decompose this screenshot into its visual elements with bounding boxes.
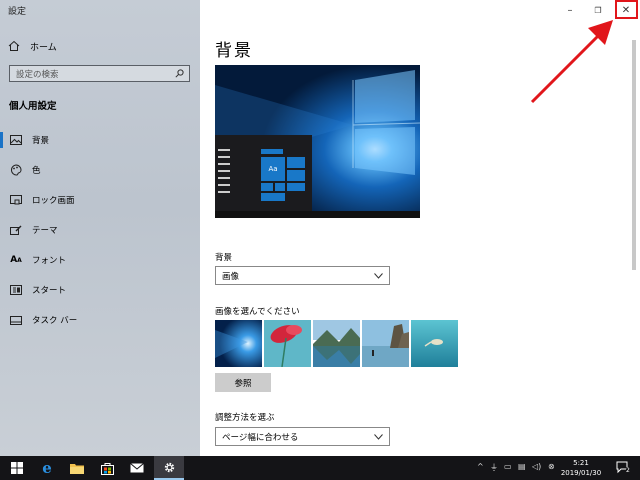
choose-picture-label: 画像を選んでください xyxy=(215,307,300,317)
fit-label: 調整方法を選ぶ xyxy=(215,413,275,423)
action-center-button[interactable]: 2 xyxy=(608,456,638,480)
sidebar-item-label: 色 xyxy=(32,166,41,176)
clock[interactable]: 5:21 2019/01/30 xyxy=(556,458,606,478)
notification-count: 2 xyxy=(626,467,630,474)
start-button[interactable] xyxy=(2,456,32,480)
explorer-button[interactable] xyxy=(62,456,92,480)
search-icon xyxy=(175,69,184,78)
sidebar-item-taskbar[interactable]: タスク バー xyxy=(0,309,200,331)
home-icon xyxy=(8,40,20,51)
palette-icon xyxy=(9,163,23,177)
sidebar-item-color[interactable]: 色 xyxy=(0,159,200,181)
background-value: 画像 xyxy=(222,271,240,282)
thumbnail-underwater[interactable] xyxy=(411,320,458,367)
edge-button[interactable]: e xyxy=(32,456,62,480)
fit-dropdown[interactable]: ページ幅に合わせる xyxy=(215,427,390,446)
picture-thumbnails xyxy=(215,320,460,367)
store-button[interactable] xyxy=(92,456,122,480)
browse-button[interactable]: 参照 xyxy=(215,373,271,392)
scrollbar[interactable] xyxy=(632,40,636,270)
red-arrow-annotation xyxy=(530,20,613,104)
app-title: 設定 xyxy=(8,7,27,17)
taskbar-icon xyxy=(9,313,23,327)
settings-content: – ❐ ✕ 背景 Aa 背景 画像 画像を選んでください 参照 調整方法を選ぶ … xyxy=(200,0,640,456)
thumbnail-red-flower[interactable] xyxy=(264,320,311,367)
search-input[interactable]: 設定の検索 xyxy=(9,65,190,82)
windows-logo-icon xyxy=(11,462,23,474)
sidebar-item-background[interactable]: 背景 xyxy=(0,129,200,151)
mail-button[interactable] xyxy=(122,456,152,480)
sidebar-item-label: テーマ xyxy=(32,226,58,236)
preview-tile-label: Aa xyxy=(261,157,285,181)
volume-icon[interactable]: ◁) xyxy=(532,462,541,471)
fit-value: ページ幅に合わせる xyxy=(222,432,299,443)
network-icon[interactable]: ▤ xyxy=(518,462,526,471)
start-menu-preview: Aa xyxy=(215,135,312,211)
theme-brush-icon xyxy=(9,223,23,237)
section-title: 個人用設定 xyxy=(9,101,57,112)
font-icon: AA xyxy=(10,255,22,265)
store-bag-icon xyxy=(100,462,114,475)
sidebar-item-label: 背景 xyxy=(32,136,50,146)
background-preview: Aa xyxy=(215,65,420,218)
chevron-down-icon xyxy=(374,272,383,279)
start-icon xyxy=(9,283,23,297)
background-label: 背景 xyxy=(215,253,233,263)
home-link[interactable]: ホーム xyxy=(8,38,57,54)
clock-date: 2019/01/30 xyxy=(560,469,602,477)
page-title: 背景 xyxy=(215,41,253,61)
edge-icon: e xyxy=(42,459,52,477)
sidebar-item-font[interactable]: AA フォント xyxy=(0,249,200,271)
chevron-down-icon xyxy=(374,433,383,440)
picture-icon xyxy=(9,133,23,147)
sidebar-item-label: スタート xyxy=(32,286,67,296)
search-placeholder: 設定の検索 xyxy=(16,69,59,80)
show-hidden-icons[interactable]: ^ xyxy=(477,462,484,471)
sidebar-item-theme[interactable]: テーマ xyxy=(0,219,200,241)
thumbnail-windows-light[interactable] xyxy=(215,320,262,367)
sidebar-item-label: タスク バー xyxy=(32,316,78,326)
mail-icon xyxy=(130,463,144,473)
sidebar-item-lock-screen[interactable]: ロック画面 xyxy=(0,189,200,211)
background-dropdown[interactable]: 画像 xyxy=(215,266,390,285)
preview-taskbar xyxy=(215,211,420,218)
thumbnail-mountain-lake[interactable] xyxy=(313,320,360,367)
usb-icon[interactable]: ⏚ xyxy=(490,462,498,473)
folder-icon xyxy=(70,463,84,474)
sidebar-item-label: ロック画面 xyxy=(32,196,75,206)
status-icon[interactable]: ⊗ xyxy=(548,462,555,471)
gear-icon xyxy=(164,462,174,472)
settings-sidebar: 設定 ホーム 設定の検索 個人用設定 背景 色 ロック画面 テーマ A A フォ… xyxy=(0,0,200,456)
settings-button[interactable] xyxy=(154,456,184,480)
lock-screen-icon xyxy=(9,193,23,207)
home-label: ホーム xyxy=(30,42,57,53)
clock-time: 5:21 xyxy=(573,459,589,467)
battery-icon[interactable]: ▭ xyxy=(504,462,512,471)
sidebar-item-label: フォント xyxy=(32,256,67,266)
taskbar: e ^ ⏚ ▭ ▤ ◁) ⊗ 5:21 2019/01/30 2 xyxy=(0,456,640,480)
thumbnail-beach-rocks[interactable] xyxy=(362,320,409,367)
sidebar-item-start[interactable]: スタート xyxy=(0,279,200,301)
